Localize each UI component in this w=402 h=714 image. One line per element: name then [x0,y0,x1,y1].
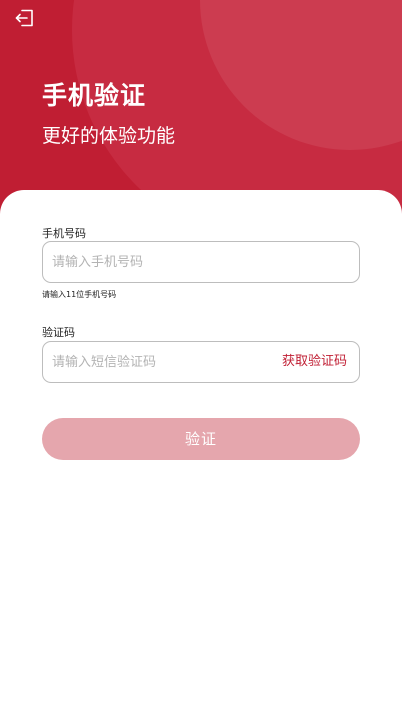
phone-verification-screen: 手机验证 更好的体验功能 手机号码 请输入11位手机号码 验证码 获取验证码 验… [0,0,402,714]
phone-input[interactable] [52,242,272,282]
verify-button[interactable]: 验证 [42,418,360,460]
code-label: 验证码 [42,326,75,339]
page-title: 手机验证 [42,81,147,110]
page-subtitle: 更好的体验功能 [42,125,176,147]
phone-hint: 请输入11位手机号码 [42,290,117,299]
code-input-box[interactable]: 获取验证码 [42,341,360,383]
code-input[interactable] [52,342,272,382]
logout-arrow-icon [15,9,33,27]
back-button[interactable] [14,8,36,28]
phone-label: 手机号码 [42,227,86,240]
phone-input-box[interactable] [42,241,360,283]
get-code-button[interactable]: 获取验证码 [282,342,347,382]
